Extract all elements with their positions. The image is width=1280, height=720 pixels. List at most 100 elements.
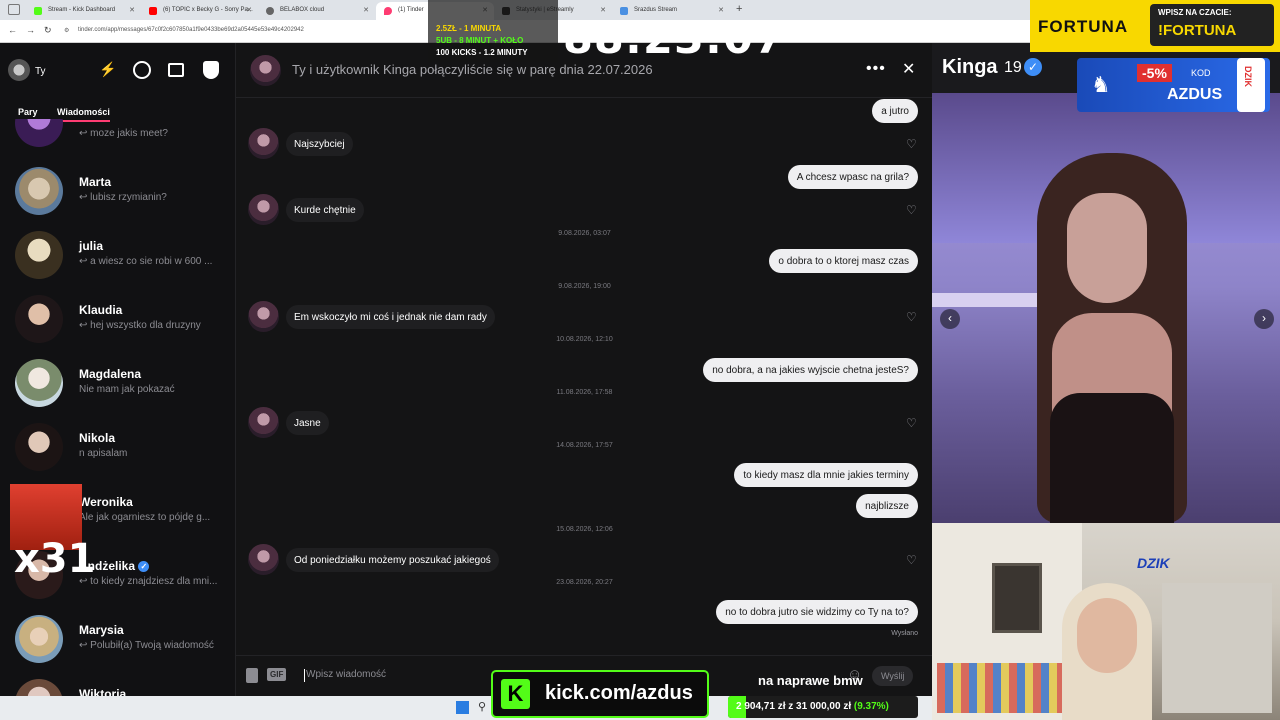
more-options-icon[interactable]: •••	[866, 60, 886, 78]
conversation-item[interactable]: Marta ↩ lubisz rzymianin?	[0, 159, 235, 223]
preview-text: to kiedy znajdziesz dla mni...	[90, 576, 218, 587]
forward-arrow-icon[interactable]: →	[26, 25, 35, 35]
like-heart-icon[interactable]: ♡	[906, 310, 920, 324]
message-timestamp: 10.08.2026, 12:10	[556, 336, 613, 343]
close-tab-icon[interactable]: ✕	[129, 6, 135, 14]
windows-start-icon[interactable]	[456, 701, 469, 714]
conversation-preview: ↩ to kiedy znajdziesz dla mni...	[79, 576, 218, 587]
incoming-message: Kurde chętnie	[286, 198, 364, 222]
subathon-timer: 88:23:07	[563, 14, 785, 64]
message-timestamp: 14.08.2026, 17:57	[556, 442, 613, 449]
rule-line: 100 KICKS - 1.2 MINUTY	[436, 48, 528, 57]
avatar	[15, 119, 63, 147]
user-label[interactable]: Ty	[35, 66, 46, 77]
message-timestamp: 23.08.2026, 20:27	[556, 579, 613, 586]
promo-discount: -5%	[1137, 64, 1172, 82]
sender-avatar[interactable]	[248, 301, 279, 332]
explore-compass-icon[interactable]	[133, 61, 151, 79]
like-heart-icon[interactable]: ♡	[906, 553, 920, 567]
like-heart-icon[interactable]: ♡	[906, 137, 920, 151]
next-photo-arrow-icon[interactable]: ›	[1254, 309, 1274, 329]
subathon-rules: 2.5ZŁ - 1 MINUTA 5UB - 8 MINUT + KOŁO 10…	[428, 0, 558, 62]
send-button[interactable]: Wyślij	[872, 666, 914, 686]
shield-icon[interactable]	[203, 61, 219, 79]
conversation-item[interactable]: Nikola n apisalam	[0, 415, 235, 479]
conversation-item[interactable]: Marysia ↩ Polubił(a) Twoją wiadomość	[0, 607, 235, 671]
url-text[interactable]: tinder.com/app/messages/67c0f2c607850a1f…	[78, 27, 304, 33]
sender-avatar[interactable]	[248, 407, 279, 438]
close-tab-icon[interactable]: ✕	[600, 6, 606, 14]
profile-photo[interactable]	[932, 93, 1280, 523]
avatar	[15, 359, 63, 407]
prev-photo-arrow-icon[interactable]: ‹	[940, 309, 960, 329]
promo-code: AZDUS	[1167, 86, 1223, 103]
tab-matches[interactable]: Pary	[18, 107, 38, 117]
tab-messages[interactable]: Wiadomości	[57, 107, 110, 122]
like-heart-icon[interactable]: ♡	[906, 416, 920, 430]
reload-icon[interactable]: ↻	[44, 25, 52, 36]
conversation-preview: Ale jak ogarniesz to pójdę g...	[79, 512, 211, 523]
browser-tab[interactable]: Stream - Kick Dashboard ✕	[26, 2, 141, 20]
sender-avatar[interactable]	[248, 128, 279, 159]
sender-avatar[interactable]	[248, 544, 279, 575]
conversation-item[interactable]: ↩ moze jakis meet?	[0, 119, 235, 149]
tab-label: BELABOX cloud	[280, 7, 325, 13]
conversation-preview: n apisalam	[79, 448, 128, 459]
site-info-icon[interactable]: ⚙	[64, 27, 69, 34]
globe-favicon-icon	[266, 7, 274, 15]
sticker-icon[interactable]	[246, 668, 258, 683]
tab-label: Stream - Kick Dashboard	[48, 7, 116, 13]
conversation-preview: ↩ Polubił(a) Twoją wiadomość	[79, 640, 214, 651]
close-tab-icon[interactable]: ✕	[718, 6, 724, 14]
avatar	[15, 231, 63, 279]
sidebar-header: Ty ⚡	[0, 43, 235, 98]
conversation-item[interactable]: Magdalena Nie mam jak pokazać	[0, 351, 235, 415]
conversation-item[interactable]: Wiktoria	[0, 671, 235, 696]
close-tab-icon[interactable]: ✕	[363, 6, 369, 14]
message-timestamp: 15.08.2026, 12:06	[556, 526, 613, 533]
verified-badge-icon: ✓	[138, 561, 150, 573]
incoming-message: Najszybciej	[286, 132, 353, 156]
fortuna-logo: FORTUNA	[1038, 17, 1129, 36]
preview-text: Polubił(a) Twoją wiadomość	[90, 640, 214, 651]
browser-tab[interactable]: (6) TOPIC x Becky G - Sorry Pa... ✕	[141, 2, 258, 20]
conversation-name: Magdalena	[79, 367, 142, 381]
tab-actions-icon[interactable]	[8, 4, 20, 15]
browser-tab[interactable]: BELABOX cloud ✕	[258, 2, 375, 20]
back-arrow-icon[interactable]: ←	[8, 25, 17, 35]
outgoing-message: A chcesz wpasc na grila?	[787, 165, 918, 189]
sender-avatar[interactable]	[248, 194, 279, 225]
conversation-name: Marysia	[79, 623, 124, 637]
like-heart-icon[interactable]: ♡	[906, 203, 920, 217]
kick-url-banner: K kick.com/azdus	[491, 670, 709, 718]
webcam-fridge	[992, 563, 1042, 633]
can-label: DZIK	[1243, 66, 1253, 87]
sent-status: Wysłano	[891, 630, 918, 637]
chat-title: Ty i użytkownik Kinga połączyliście się …	[292, 62, 653, 77]
close-icon[interactable]: ✕	[902, 59, 915, 79]
user-avatar[interactable]	[8, 59, 30, 81]
fortuna-command: !FORTUNA	[1158, 22, 1237, 39]
goal-of: z	[788, 701, 794, 712]
profile-name: Kinga	[942, 56, 998, 78]
briefcase-icon[interactable]	[168, 63, 184, 77]
message-input[interactable]: Wpisz wiadomość	[306, 669, 386, 680]
webcam-chair	[1162, 583, 1272, 713]
bison-logo-icon: ♞	[1091, 72, 1111, 97]
boost-bolt-icon[interactable]: ⚡	[99, 61, 116, 78]
verified-badge-icon: ✓	[1024, 58, 1042, 76]
rule-line: 5UB - 8 MINUT + KOŁO	[436, 36, 524, 45]
match-avatar[interactable]	[250, 55, 281, 86]
close-tab-icon[interactable]: ✕	[246, 6, 252, 14]
tab-label: (1) Tinder	[398, 7, 424, 13]
taskbar-search-icon[interactable]: ⚲	[478, 700, 486, 713]
kick-url: kick.com/azdus	[545, 682, 693, 704]
conversation-item[interactable]: Klaudia ↩ hej wszystko dla druzyny	[0, 287, 235, 351]
conversation-name: Marta	[79, 175, 112, 189]
energy-can-icon: DZIK	[1237, 58, 1265, 112]
gif-button[interactable]: GIF	[267, 668, 287, 681]
avatar	[15, 423, 63, 471]
conversation-item[interactable]: julia ↩ a wiesz co sie robi w 600 ...	[0, 223, 235, 287]
incoming-message: Em wskoczyło mi coś i jednak nie dam rad…	[286, 305, 495, 329]
fortuna-banner: FORTUNA WPISZ NA CZACIE: !FORTUNA	[1030, 0, 1280, 52]
